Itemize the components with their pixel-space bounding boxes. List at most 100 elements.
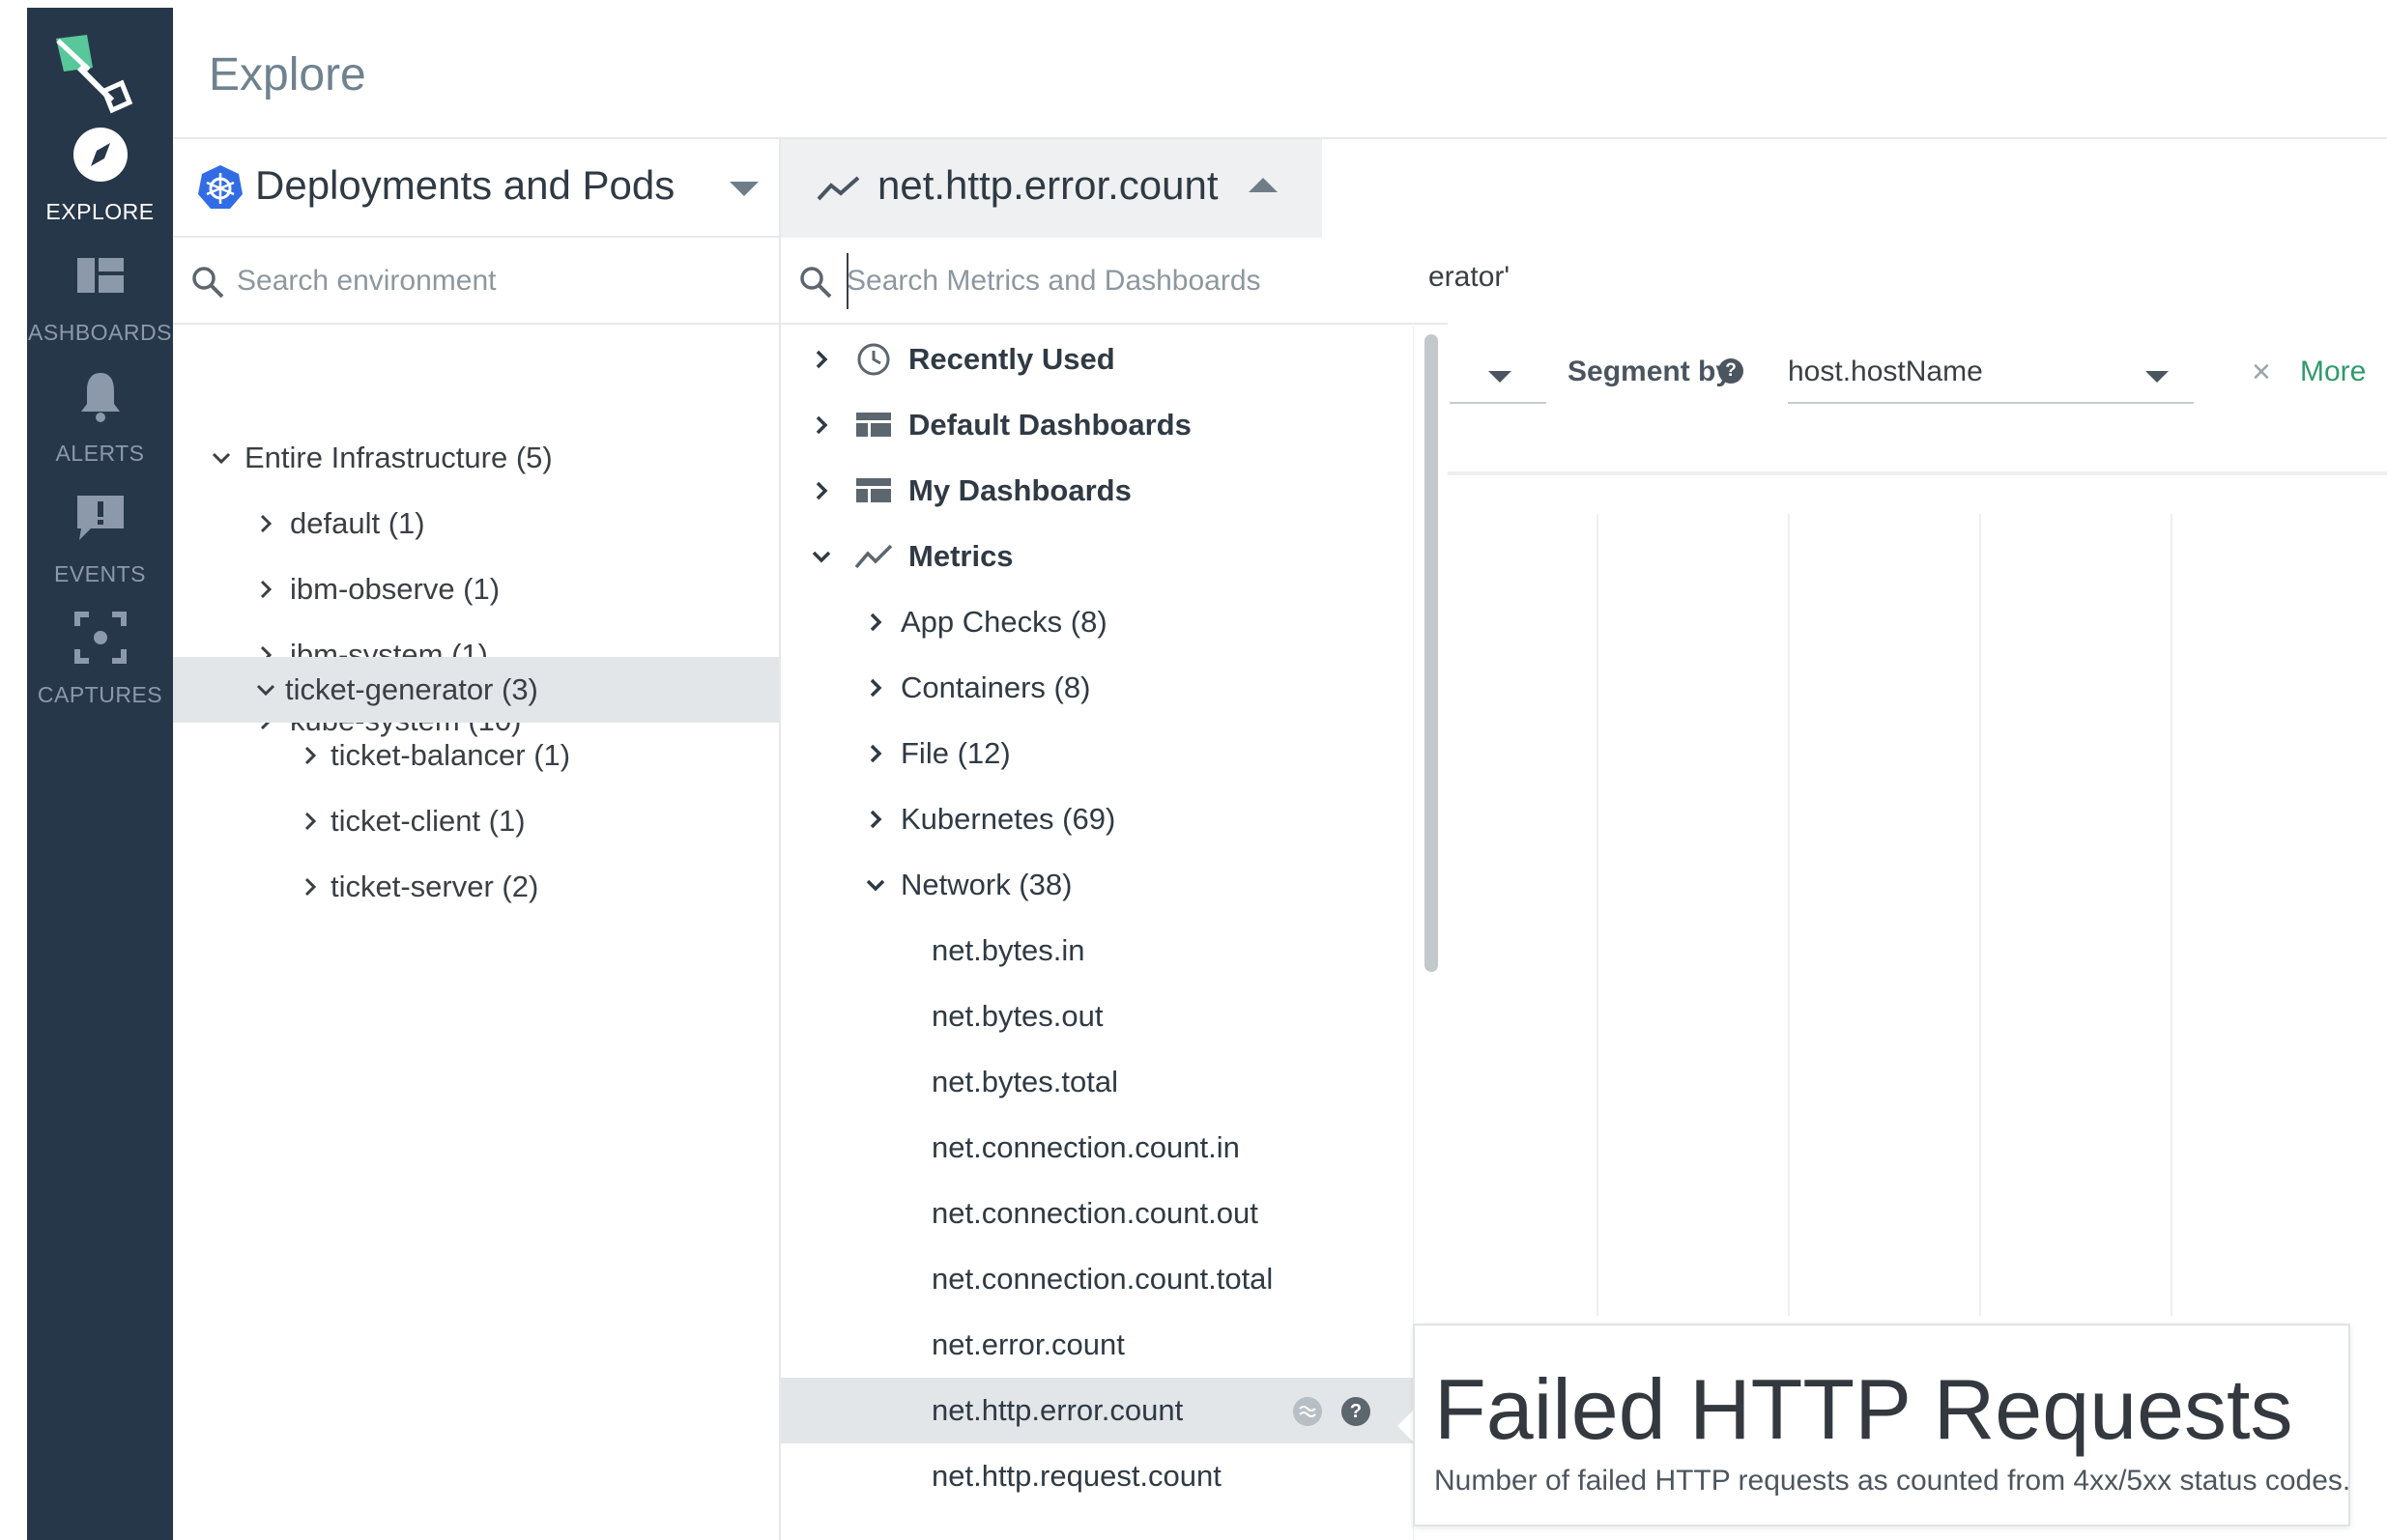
- group-containers[interactable]: Containers (8): [781, 655, 1413, 721]
- dashboards-icon: [76, 258, 124, 293]
- metric-item[interactable]: net.connection.count.out: [781, 1181, 1413, 1246]
- tree-row-label: default (1): [290, 506, 425, 540]
- tree-row-label: ticket-balancer (1): [331, 738, 571, 772]
- chevron-right-icon[interactable]: [808, 477, 835, 504]
- left-nav-rail: EXPLORE ASHBOARDS ALERTS EVENTS CAPTURES: [27, 8, 173, 1540]
- chart-gridline: [1596, 514, 1598, 1316]
- nav-events-label: EVENTS: [53, 561, 147, 586]
- chevron-down-icon[interactable]: [808, 543, 835, 570]
- metric-label: net.error.count: [932, 1327, 1125, 1361]
- chevron-right-icon[interactable]: [297, 742, 324, 769]
- metric-item-highlighted[interactable]: net.http.error.count ?: [781, 1378, 1413, 1443]
- metric-label: net.bytes.out: [932, 999, 1104, 1033]
- group-file[interactable]: File (12): [781, 721, 1413, 786]
- compare-icon[interactable]: [1293, 1397, 1322, 1426]
- chevron-down-icon[interactable]: [1486, 367, 1513, 386]
- metric-label: net.connection.count.total: [932, 1262, 1274, 1296]
- nav-dashboards-label: ASHBOARDS: [28, 320, 172, 345]
- group-network[interactable]: Network (38): [781, 852, 1413, 918]
- search-icon: [192, 267, 224, 299]
- metric-search-input[interactable]: [847, 259, 1426, 303]
- tree-row-ticket-server[interactable]: ticket-server (2): [173, 854, 779, 920]
- chevron-down-icon[interactable]: [208, 444, 235, 471]
- metric-selector[interactable]: net.http.error.count: [781, 139, 1322, 238]
- tree-row-ticket-client[interactable]: ticket-client (1): [173, 788, 779, 854]
- category-my-dashboards[interactable]: My Dashboards: [781, 458, 1413, 524]
- category-default-dashboards[interactable]: Default Dashboards: [781, 392, 1413, 458]
- tooltip-arrow: [1397, 1411, 1413, 1441]
- category-label: Recently Used: [908, 342, 1115, 376]
- metric-item[interactable]: net.connection.count.in: [781, 1115, 1413, 1181]
- chevron-down-icon[interactable]: [862, 871, 889, 898]
- chart-gridline: [1788, 514, 1790, 1316]
- nav-dashboards[interactable]: ASHBOARDS: [27, 244, 173, 380]
- metric-item[interactable]: net.bytes.total: [781, 1049, 1413, 1115]
- scope-search-bar: [173, 240, 779, 325]
- scope-search-input[interactable]: [237, 259, 739, 303]
- close-icon[interactable]: ×: [2252, 354, 2271, 391]
- segment-by-select[interactable]: host.hostName: [1788, 348, 2194, 404]
- help-icon[interactable]: ?: [1718, 358, 1743, 384]
- chevron-right-icon[interactable]: [862, 806, 889, 833]
- chevron-right-icon[interactable]: [862, 674, 889, 701]
- metric-item[interactable]: net.bytes.in: [781, 918, 1413, 984]
- page-title: Explore: [209, 49, 366, 100]
- chevron-right-icon[interactable]: [252, 576, 279, 603]
- nav-explore-label: EXPLORE: [45, 199, 155, 224]
- search-icon: [800, 267, 832, 299]
- help-icon[interactable]: ?: [1341, 1397, 1370, 1426]
- nav-captures[interactable]: CAPTURES: [27, 607, 173, 742]
- scope-selector[interactable]: Deployments and Pods: [173, 139, 779, 238]
- group-label: Kubernetes (69): [901, 802, 1116, 836]
- group-label: App Checks (8): [901, 605, 1107, 639]
- metric-label: net.connection.count.out: [932, 1196, 1258, 1230]
- nav-events[interactable]: EVENTS: [27, 486, 173, 621]
- tree-row-label: ibm-observe (1): [290, 572, 501, 606]
- chevron-down-icon[interactable]: [252, 676, 279, 703]
- metric-item[interactable]: net.bytes.out: [781, 984, 1413, 1049]
- sysdig-shovel-logo[interactable]: [44, 25, 136, 122]
- text-cursor: [847, 253, 848, 309]
- nav-alerts-label: ALERTS: [55, 441, 145, 466]
- dashboard-icon: [856, 478, 891, 502]
- tree-row-ticket-generator[interactable]: ticket-generator (3): [173, 657, 779, 723]
- metric-item[interactable]: net.connection.count.total: [781, 1246, 1413, 1312]
- tree-row-default[interactable]: default (1): [173, 491, 779, 556]
- metric-item[interactable]: net.http.request.count: [781, 1443, 1413, 1509]
- chevron-down-icon[interactable]: [2143, 367, 2171, 386]
- tree-row-label: ticket-generator (3): [285, 672, 538, 706]
- group-kubernetes[interactable]: Kubernetes (69): [781, 786, 1413, 852]
- line-chart-icon: [854, 544, 893, 569]
- tree-row-label: Entire Infrastructure (5): [244, 441, 553, 474]
- chevron-right-icon[interactable]: [808, 412, 835, 439]
- chevron-right-icon[interactable]: [862, 609, 889, 636]
- group-app-checks[interactable]: App Checks (8): [781, 589, 1413, 655]
- metric-label: net.http.error.count: [932, 1393, 1184, 1427]
- event-alert-icon: [76, 496, 124, 540]
- more-link[interactable]: More: [2300, 356, 2366, 388]
- tree-row-ibm-observe[interactable]: ibm-observe (1): [173, 556, 779, 622]
- chevron-right-icon[interactable]: [297, 873, 324, 900]
- metric-item[interactable]: net.error.count: [781, 1312, 1413, 1378]
- chevron-right-icon[interactable]: [862, 740, 889, 767]
- scope-dropdown-caret-icon[interactable]: [730, 182, 759, 196]
- nav-explore[interactable]: EXPLORE: [27, 124, 173, 259]
- scope-title: Deployments and Pods: [255, 162, 676, 208]
- metric-label: net.http.request.count: [932, 1459, 1222, 1493]
- tree-row-entire-infrastructure[interactable]: Entire Infrastructure (5): [173, 425, 779, 491]
- group-label: File (12): [901, 736, 1011, 770]
- nav-alerts[interactable]: ALERTS: [27, 365, 173, 500]
- select-underline: [1450, 402, 1546, 404]
- chevron-right-icon[interactable]: [252, 510, 279, 537]
- metric-dropdown-caret-icon[interactable]: [1249, 178, 1278, 192]
- metric-title: net.http.error.count: [877, 162, 1219, 208]
- tree-row-ticket-balancer[interactable]: ticket-balancer (1): [173, 723, 779, 788]
- chevron-right-icon[interactable]: [297, 808, 324, 835]
- metric-tooltip: Failed HTTP Requests Number of failed HT…: [1413, 1324, 2350, 1526]
- dropdown-scrollbar-thumb[interactable]: [1424, 334, 1438, 972]
- category-recently-used[interactable]: Recently Used: [781, 327, 1413, 392]
- nav-captures-label: CAPTURES: [37, 682, 163, 707]
- category-metrics[interactable]: Metrics: [781, 524, 1413, 589]
- metric-label: net.bytes.total: [932, 1065, 1119, 1098]
- chevron-right-icon[interactable]: [808, 346, 835, 373]
